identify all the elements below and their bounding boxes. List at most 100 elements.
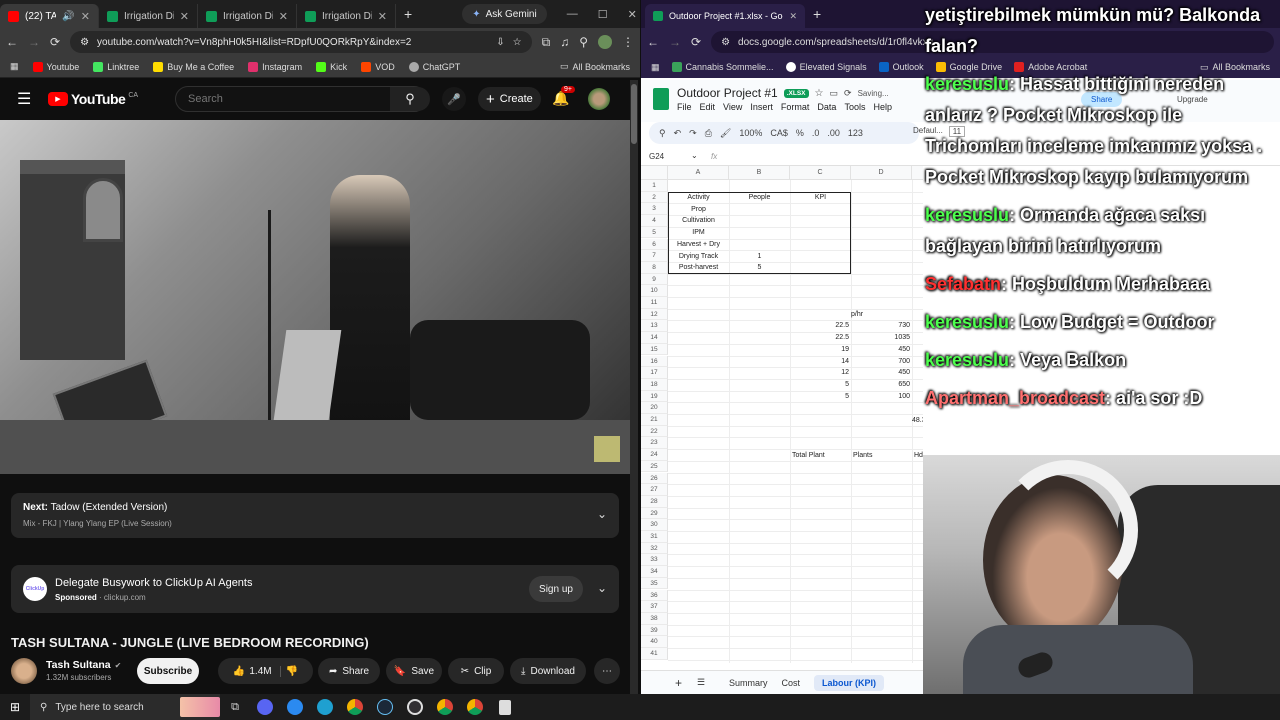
row-header[interactable]: 32 [641,542,668,555]
row-header[interactable]: 41 [641,648,668,660]
row-header[interactable]: 19 [641,390,668,403]
edge-icon[interactable] [310,694,340,720]
menu-file[interactable]: File [677,102,692,112]
back-icon[interactable]: ← [6,35,18,49]
select-all-corner[interactable] [641,166,668,180]
row-header[interactable]: 40 [641,636,668,648]
table-cell[interactable]: 1 [729,251,790,263]
row-header[interactable]: 14 [641,332,668,344]
back-icon[interactable]: ← [647,35,659,49]
browser-tab-irrigation-2[interactable]: Irrigation Dire ✕ [198,4,297,28]
apps-grid-icon[interactable]: ▦ [10,61,19,72]
row-header[interactable]: 30 [641,519,668,531]
up-next-panel[interactable]: Next: Tadow (Extended Version) Mix - FKJ… [11,493,619,538]
ask-gemini-button[interactable]: ✦ Ask Gemini [462,4,547,24]
redo-icon[interactable]: ↷ [689,128,697,139]
table-cell[interactable]: Cultivation [668,215,729,227]
table-cell[interactable]: 32.44444444 [912,320,923,332]
dislike-button[interactable]: 👎 [286,666,298,677]
table-cell[interactable]: 14 [790,356,851,368]
table-cell[interactable]: 5 [790,391,851,403]
menu-tools[interactable]: Tools [844,102,865,112]
reload-icon[interactable]: ⟳ [691,35,701,49]
scrollbar-thumb[interactable] [631,84,637,144]
menu-help[interactable]: Help [873,102,892,112]
table-cell[interactable]: 19 [790,344,851,356]
table-cell[interactable]: 450 [851,344,912,356]
table-cell[interactable]: 48.3183792... [912,415,923,427]
chevron-down-icon[interactable]: ⌄ [691,151,698,160]
tab-search-icon[interactable]: ⧉ [542,35,551,50]
close-tab-icon[interactable]: ✕ [180,10,189,23]
table-cell[interactable]: Prop [668,204,729,216]
undo-icon[interactable]: ↶ [674,128,682,139]
name-box[interactable]: G24 [649,152,664,161]
extensions-icon[interactable]: ⚲ [579,35,588,49]
table-cell[interactable]: Post-harvest [668,262,729,274]
table-cell[interactable]: 50 [912,356,923,368]
windows-start-icon[interactable]: ⊞ [10,700,20,714]
percent-format-button[interactable]: % [796,128,804,138]
row-header[interactable]: 16 [641,355,668,368]
row-header[interactable]: 18 [641,378,668,391]
table-cell[interactable]: 1035 [851,332,912,344]
row-header[interactable]: 21 [641,414,668,426]
add-sheet-icon[interactable]: + [675,676,682,690]
table-cell[interactable]: 37.5 [912,367,923,379]
url-box[interactable]: ⚙ youtube.com/watch?v=Vn8phH0k5HI&list=R… [70,31,532,53]
table-cell[interactable]: IPM [668,227,729,239]
account-avatar[interactable] [588,88,610,110]
chrome-icon[interactable] [340,694,370,720]
column-header[interactable]: D [851,166,912,180]
media-control-icon[interactable]: ♫ [560,35,569,49]
chrome-profile-1-icon[interactable] [430,694,460,720]
sheet-tab-labour-kpi[interactable]: Labour (KPI) [814,674,885,691]
calculator-icon[interactable] [490,694,520,720]
row-header[interactable]: 27 [641,484,668,496]
bookmark-kick[interactable]: Kick [316,61,347,72]
obs-stream-icon[interactable] [280,694,310,720]
sheet-tab-summary[interactable]: Summary [729,678,768,688]
row-header[interactable]: 36 [641,589,668,602]
row-header[interactable]: 31 [641,531,668,543]
row-header[interactable]: 17 [641,367,668,379]
create-button[interactable]: + Create [478,87,541,111]
print-icon[interactable]: ⎙ [705,128,712,139]
search-menus-icon[interactable]: ⚲ [659,128,666,139]
chevron-down-icon[interactable]: ⌄ [597,507,607,521]
notifications-button[interactable]: 🔔 9+ [552,86,575,107]
close-tab-icon[interactable]: ✕ [378,10,387,23]
all-sheets-icon[interactable]: ☰ [697,677,705,688]
row-header[interactable]: 4 [641,215,668,227]
row-header[interactable]: 10 [641,285,668,297]
sheets-logo-icon[interactable] [653,88,669,110]
row-header[interactable]: 39 [641,624,668,637]
table-cell[interactable]: Drying Track [668,251,729,263]
row-header[interactable]: 26 [641,472,668,485]
table-cell[interactable]: 700 [851,356,912,368]
row-header[interactable]: 13 [641,320,668,333]
document-title[interactable]: Outdoor Project #1 [677,86,778,100]
youtube-logo[interactable]: ▶ YouTube CA [48,91,138,107]
column-header[interactable]: E [912,166,923,180]
row-header[interactable]: 22 [641,425,668,438]
zoom-select[interactable]: 100% [739,128,762,138]
menu-edit[interactable]: Edit [700,102,716,112]
bookmark-buy-me-a-coffee[interactable]: Buy Me a Coffee [153,61,234,72]
browser-tab-irrigation-3[interactable]: Irrigation Dire ✕ [297,4,396,28]
bookmark-youtube[interactable]: Youtube [32,61,79,72]
reload-icon[interactable]: ⟳ [50,35,60,49]
browser-tab-youtube[interactable]: (22) TASH 🔊 ✕ [0,4,99,28]
bookmark-instagram[interactable]: Instagram [248,61,302,72]
subscribe-button[interactable]: Subscribe [137,658,199,684]
bookmark-chatgpt[interactable]: ChatGPT [408,61,460,72]
increase-decimal-icon[interactable]: .00 [827,128,840,138]
table-cell[interactable]: 22.5 [790,332,851,344]
sponsored-ad-card[interactable]: ClickUp Delegate Busywork to ClickUp AI … [11,565,619,613]
decrease-decimal-icon[interactable]: .0 [812,128,820,138]
table-cell[interactable]: 46 [912,332,923,344]
search-input[interactable] [176,93,426,105]
currency-format-button[interactable]: CA$ [770,128,788,138]
like-button[interactable]: 👍 1.4M [233,665,281,677]
close-tab-icon[interactable]: ✕ [789,11,797,22]
